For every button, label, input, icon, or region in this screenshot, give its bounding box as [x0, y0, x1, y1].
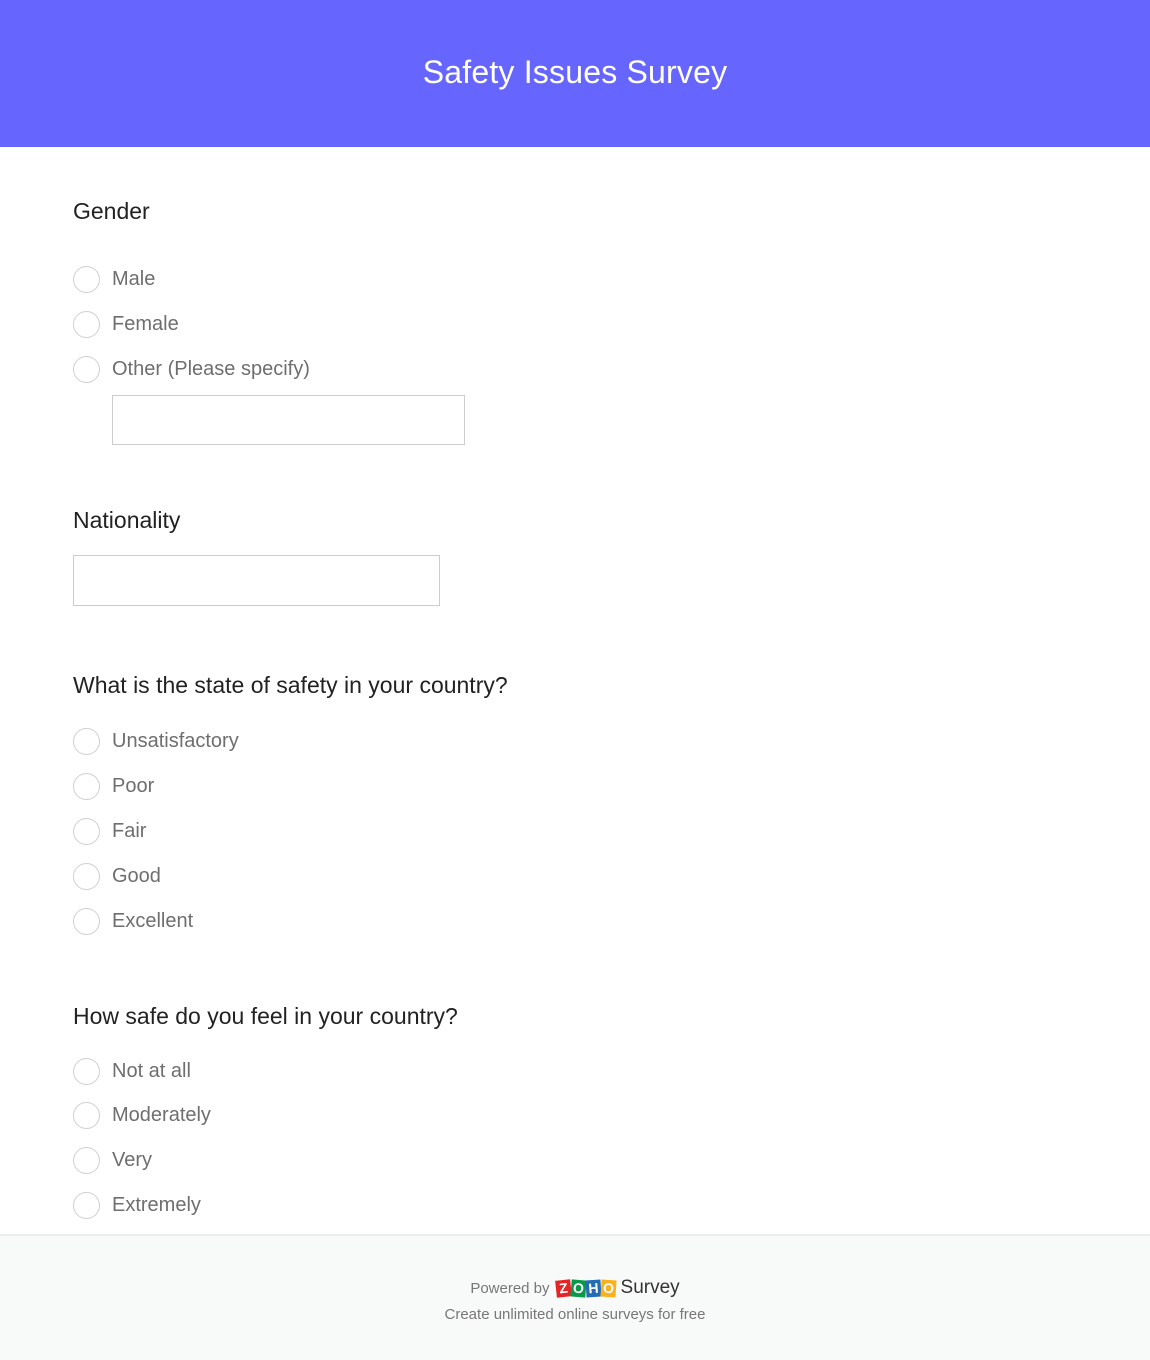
- question-title-how-safe: How safe do you feel in your country?: [73, 1003, 458, 1029]
- option-label: Female: [112, 312, 179, 335]
- radio-option-good[interactable]: Good: [73, 862, 161, 890]
- question-title-gender: Gender: [73, 198, 150, 224]
- option-label: Not at all: [112, 1059, 191, 1082]
- radio-option-male[interactable]: Male: [73, 265, 155, 293]
- radio-button[interactable]: [73, 1057, 100, 1085]
- option-label: Fair: [112, 819, 147, 842]
- radio-button[interactable]: [73, 772, 100, 800]
- survey-brand-link[interactable]: Survey: [621, 1277, 680, 1299]
- radio-button[interactable]: [73, 1101, 100, 1129]
- radio-button[interactable]: [73, 907, 100, 935]
- nationality-input[interactable]: [73, 555, 440, 606]
- radio-option-fair[interactable]: Fair: [73, 817, 146, 845]
- radio-button[interactable]: [73, 727, 100, 755]
- radio-button[interactable]: [73, 355, 100, 383]
- zoho-logo-letter: O: [599, 1278, 617, 1298]
- zoho-logo-letter: Z: [554, 1278, 572, 1298]
- radio-button[interactable]: [73, 817, 100, 845]
- radio-button[interactable]: [73, 1146, 100, 1174]
- option-label: Other (Please specify): [112, 357, 310, 380]
- radio-option-excellent[interactable]: Excellent: [73, 907, 193, 935]
- powered-by-row[interactable]: Powered by Z O H O Survey: [0, 1277, 1150, 1299]
- survey-title: Safety Issues Survey: [422, 54, 728, 90]
- option-label: Very: [112, 1148, 153, 1171]
- option-label: Good: [112, 864, 161, 887]
- radio-option-female[interactable]: Female: [73, 310, 179, 338]
- option-label: Excellent: [112, 909, 194, 932]
- radio-button[interactable]: [73, 265, 100, 293]
- zoho-logo-letter: O: [569, 1278, 587, 1298]
- option-label: Unsatisfactory: [112, 729, 239, 752]
- question-title-nationality: Nationality: [73, 507, 181, 533]
- radio-option-other[interactable]: Other (Please specify): [73, 355, 310, 383]
- option-label: Male: [112, 267, 156, 290]
- radio-option-extremely[interactable]: Extremely: [73, 1191, 201, 1219]
- footer-tagline-link[interactable]: Create unlimited online surveys for free: [0, 1306, 1150, 1323]
- survey-header: Safety Issues Survey: [0, 0, 1150, 147]
- powered-by-text: Powered by: [470, 1279, 550, 1297]
- radio-button[interactable]: [73, 1191, 100, 1219]
- radio-option-very[interactable]: Very: [73, 1146, 152, 1174]
- zoho-logo-letter: H: [584, 1278, 602, 1298]
- survey-form: Gender Male Female Other (Please specify…: [0, 147, 1150, 1235]
- radio-option-poor[interactable]: Poor: [73, 772, 154, 800]
- radio-option-not-at-all[interactable]: Not at all: [73, 1057, 191, 1085]
- radio-button[interactable]: [73, 862, 100, 890]
- option-label: Moderately: [112, 1103, 211, 1126]
- option-label: Extremely: [112, 1193, 201, 1216]
- radio-button[interactable]: [73, 310, 100, 338]
- radio-option-unsatisfactory[interactable]: Unsatisfactory: [73, 727, 239, 755]
- question-title-state-of-safety: What is the state of safety in your coun…: [73, 672, 508, 698]
- radio-option-moderately[interactable]: Moderately: [73, 1101, 211, 1129]
- zoho-logo-icon[interactable]: Z O H O: [554, 1278, 617, 1298]
- option-label: Poor: [112, 774, 155, 797]
- footer: Powered by Z O H O Survey Create unlimit…: [0, 1234, 1150, 1360]
- other-specify-input[interactable]: [112, 395, 465, 445]
